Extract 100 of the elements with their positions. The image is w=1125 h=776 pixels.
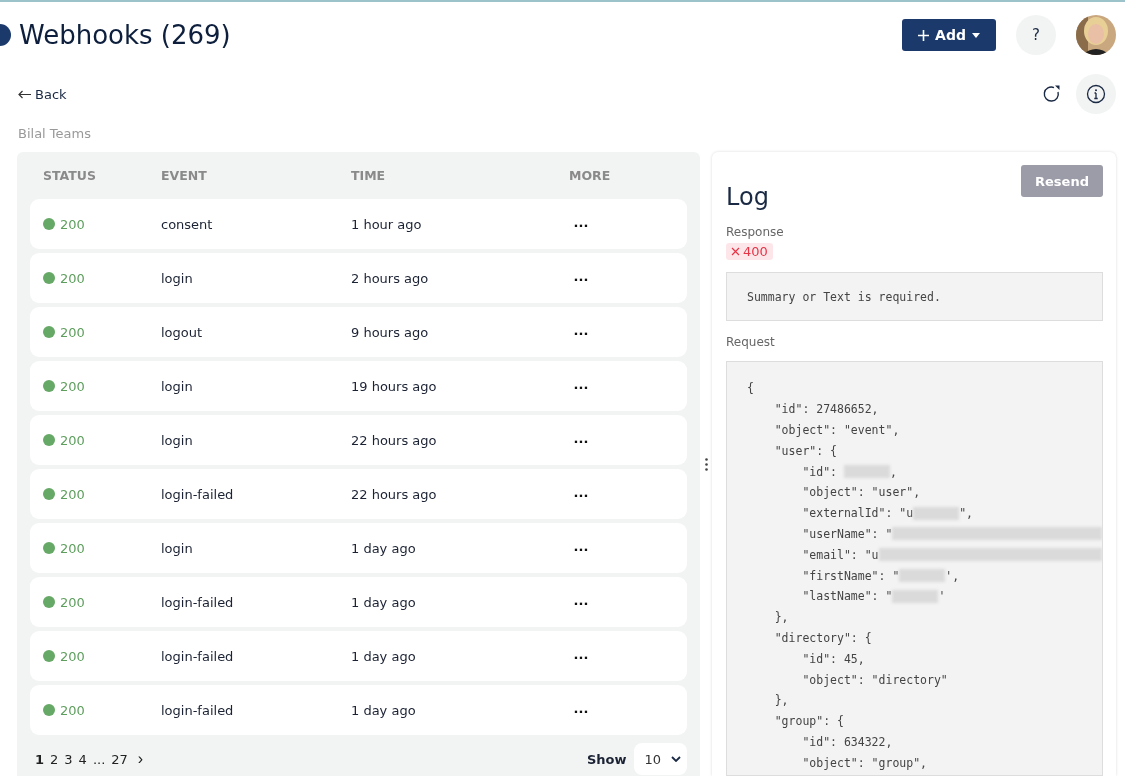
- code-line: "id": 45,: [801, 651, 865, 666]
- column-header: EVENT: [161, 168, 208, 183]
- event-cell-text: login: [161, 540, 194, 556]
- page-title: Webhooks (269): [19, 20, 232, 50]
- time-cell-text: 19 hours ago: [351, 378, 438, 394]
- info-button[interactable]: [1076, 74, 1116, 114]
- plus-icon: [918, 29, 930, 41]
- table-row[interactable]: 200 login-failed 1 day ago ···: [30, 577, 687, 627]
- event-cell-text: login-failed: [161, 594, 235, 610]
- event-cell-text: login: [161, 378, 194, 394]
- page-link[interactable]: 27: [111, 751, 128, 767]
- code-punctuation: ',: [945, 568, 960, 583]
- more-button[interactable]: ···: [570, 325, 592, 341]
- status-code: 200: [60, 216, 85, 232]
- table-row[interactable]: 200 login-failed 1 day ago ···: [30, 685, 687, 735]
- help-button[interactable]: ?: [1016, 15, 1056, 55]
- table-row[interactable]: 200 logout 9 hours ago ···: [30, 307, 687, 357]
- time-cell-text: 1 day ago: [351, 702, 417, 718]
- table-row[interactable]: 200 login 19 hours ago ···: [30, 361, 687, 411]
- page-link[interactable]: 1: [35, 751, 45, 767]
- drag-handle-icon[interactable]: [704, 457, 708, 471]
- log-title: Log: [726, 183, 769, 211]
- table-row[interactable]: 200 consent 1 hour ago ···: [30, 199, 687, 249]
- status-code: 200: [60, 432, 85, 448]
- column-header: MORE: [569, 168, 612, 183]
- more-button[interactable]: ···: [570, 703, 592, 719]
- status-code: 200: [60, 540, 85, 556]
- code-line: "group": {: [773, 714, 844, 729]
- time-cell-text: 22 hours ago: [351, 486, 438, 502]
- table-row[interactable]: 200 login-failed 22 hours ago ···: [30, 469, 687, 519]
- status-code: 200: [60, 594, 85, 610]
- page-link[interactable]: 2: [50, 751, 59, 767]
- event-cell-text: logout: [161, 324, 204, 340]
- response-code-badge: 400: [726, 243, 773, 260]
- add-button[interactable]: Add: [902, 19, 996, 51]
- event-cell-text: login-failed: [161, 486, 235, 502]
- page-size-select[interactable]: 10: [634, 743, 687, 775]
- event-cell-text: consent: [161, 216, 214, 232]
- more-button[interactable]: ···: [570, 541, 592, 557]
- more-button[interactable]: ···: [570, 487, 592, 503]
- more-button[interactable]: ···: [570, 595, 592, 611]
- more-button[interactable]: ···: [570, 433, 592, 449]
- code-line: "userName": ": [801, 526, 893, 541]
- caret-icon: [972, 32, 980, 38]
- table-row[interactable]: 200 login 1 day ago ···: [30, 523, 687, 573]
- table-row[interactable]: 200 login-failed 1 day ago ···: [30, 631, 687, 681]
- page-link[interactable]: 4: [78, 751, 87, 767]
- chevron-down-icon: [671, 756, 681, 762]
- status-code: 200: [60, 648, 85, 664]
- time-cell-text: 1 day ago: [351, 648, 417, 664]
- code-line: },: [773, 693, 789, 708]
- code-line: },: [773, 610, 789, 625]
- more-button[interactable]: ···: [570, 271, 592, 287]
- event-cell-text: login: [161, 270, 194, 286]
- code-line: "email": "u: [801, 547, 879, 562]
- more-button[interactable]: ···: [570, 379, 592, 395]
- status-code: 200: [60, 270, 85, 286]
- time-cell-text: 1 day ago: [351, 540, 417, 556]
- code-line: "firstName": ": [801, 568, 900, 583]
- arrow-left-icon: [18, 89, 31, 99]
- response-label: Response: [726, 225, 785, 239]
- code-line: "object": "user",: [801, 485, 921, 500]
- code-punctuation: ",: [959, 506, 974, 521]
- code-punctuation: ': [938, 589, 946, 604]
- show-label: Show: [586, 751, 627, 767]
- page-link[interactable]: ...: [92, 751, 106, 767]
- status-code: 200: [60, 486, 85, 502]
- time-cell-text: 1 day ago: [351, 594, 417, 610]
- code-line: "externalId": "u: [801, 506, 914, 521]
- back-link[interactable]: Back: [18, 86, 1032, 102]
- event-cell-text: login-failed: [161, 702, 235, 718]
- more-button[interactable]: ···: [570, 217, 592, 233]
- column-header: TIME: [351, 168, 387, 183]
- time-cell-text: 9 hours ago: [351, 324, 430, 340]
- status-code: 200: [60, 324, 85, 340]
- time-cell-text: 1 hour ago: [351, 216, 423, 232]
- table-row[interactable]: 200 login 2 hours ago ···: [30, 253, 687, 303]
- code-line: "id": 634322,: [801, 734, 893, 749]
- cross-icon: [731, 247, 740, 256]
- column-header: STATUS: [43, 168, 97, 183]
- code-line: "object": "directory": [801, 672, 948, 687]
- status-code: 200: [60, 702, 85, 718]
- info-icon: [1086, 84, 1106, 104]
- code-line: "id": 27486652,: [773, 402, 879, 417]
- event-cell-text: login-failed: [161, 648, 235, 664]
- code-line: "object": "group",: [801, 755, 927, 770]
- request-label: Request: [726, 335, 776, 349]
- next-page-button[interactable]: ›: [133, 750, 148, 768]
- code-punctuation: ,: [889, 464, 897, 479]
- time-cell-text: 2 hours ago: [351, 270, 430, 286]
- page-link[interactable]: 3: [64, 751, 73, 767]
- team-name: Bilal Teams: [17, 125, 92, 143]
- response-body: Summary or Text is required.: [726, 272, 1103, 321]
- table-row[interactable]: 200 login 22 hours ago ···: [30, 415, 687, 465]
- status-code: 200: [60, 378, 85, 394]
- code-line: "object": "event",: [773, 423, 900, 437]
- time-cell-text: 22 hours ago: [351, 432, 438, 448]
- code-line: "id":: [801, 464, 838, 479]
- code-line: {: [747, 381, 754, 396]
- more-button[interactable]: ···: [570, 649, 592, 665]
